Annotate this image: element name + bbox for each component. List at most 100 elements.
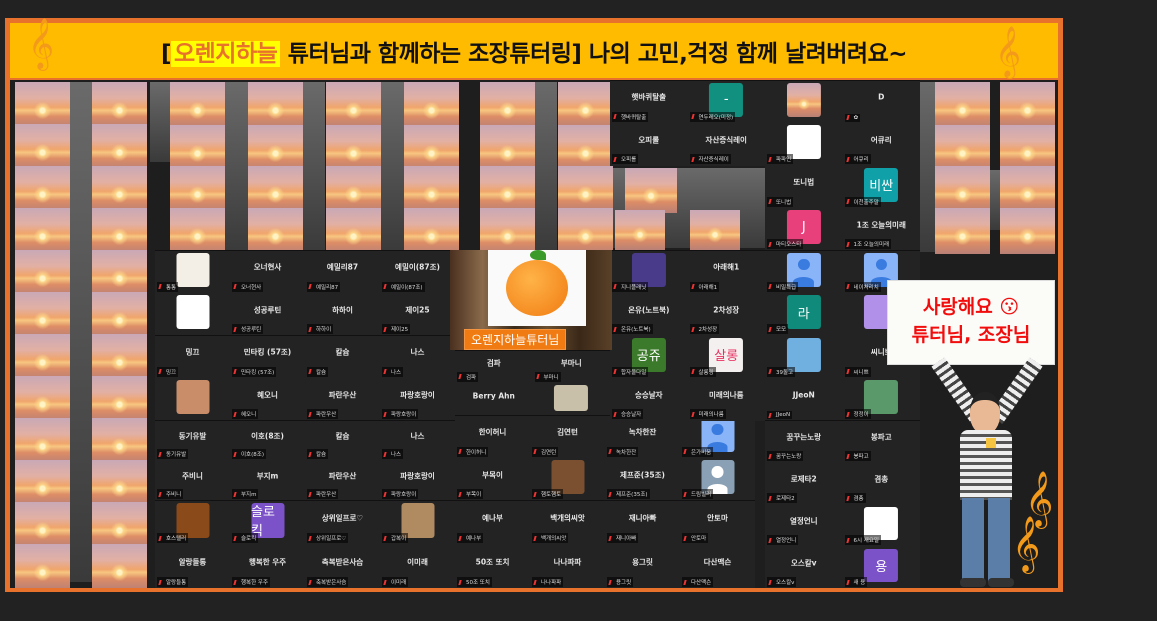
participant-tile[interactable]: 행복한 우주 행복한 우주 [230, 545, 305, 588]
participant-tile[interactable]: 비싼 이천출주말 [843, 166, 921, 209]
participant-tile[interactable]: - 연두레오(미정) [688, 81, 766, 124]
tutor-video-tile[interactable]: 오렌지하늘튜터님 [450, 250, 612, 350]
participant-video-tile-sunset[interactable] [935, 82, 990, 128]
participant-video-tile-sunset[interactable] [248, 82, 303, 128]
participant-video-tile-sunset[interactable] [248, 166, 303, 212]
participant-video-tile-sunset[interactable] [404, 82, 459, 128]
participant-video-tile-sunset[interactable] [480, 166, 535, 212]
participant-tile[interactable]: 김연턴 김연턴 [530, 416, 605, 459]
participant-tile[interactable]: 축복받은사슴 축복받은사슴 [305, 545, 380, 588]
participant-tile[interactable]: 예밀리87 예밀리87 [305, 251, 380, 294]
participant-video-tile-sunset[interactable] [935, 125, 990, 171]
participant-video-tile-sunset[interactable] [404, 166, 459, 212]
participant-video-tile-sunset[interactable] [170, 82, 225, 128]
participant-video-tile-sunset[interactable] [92, 502, 147, 548]
participant-tile[interactable]: 재니아빠 재니아빠 [605, 501, 680, 545]
participant-tile[interactable]: 지니플래닛 [610, 251, 688, 294]
participant-tile[interactable]: 부목이 부목이 [455, 459, 530, 502]
participant-tile[interactable]: 6시 새요일 [843, 505, 921, 547]
participant-tile[interactable]: 부지m 부지m [230, 461, 305, 501]
participant-video-tile-sunset[interactable] [92, 544, 147, 588]
participant-tile[interactable]: 자산증식레이 자산증식레이 [688, 124, 766, 167]
participant-tile[interactable]: 이미래 이미래 [380, 545, 455, 588]
participant-tile[interactable]: 드림빌러 [680, 459, 755, 502]
participant-tile[interactable]: 아래해1 아래해1 [688, 251, 766, 294]
participant-video-tile-sunset[interactable] [92, 460, 147, 506]
participant-video-tile-sunset[interactable] [248, 125, 303, 171]
participant-tile[interactable]: 검파 검파 [455, 351, 533, 384]
participant-tile[interactable] [533, 384, 611, 417]
participant-tile[interactable]: 파란우산 파란우산 [305, 461, 380, 501]
participant-video-tile-sunset[interactable] [15, 292, 70, 338]
participant-tile[interactable]: 칼슘 칼슘 [305, 421, 380, 461]
participant-video-tile-sunset[interactable] [15, 502, 70, 548]
participant-tile[interactable]: 성공루틴 성공루틴 [230, 294, 305, 337]
participant-video-tile-sunset[interactable] [558, 125, 613, 171]
participant-video-tile-sunset[interactable] [1000, 82, 1055, 128]
participant-video-tile-sunset[interactable] [1000, 208, 1055, 254]
participant-tile[interactable]: 한이허니 한이허니 [455, 416, 530, 459]
participant-tile[interactable]: 주비니 주비니 [155, 461, 230, 501]
participant-video-tile-sunset[interactable] [92, 418, 147, 464]
participant-tile[interactable]: Berry Ahn [455, 384, 533, 417]
participant-tile[interactable]: 온유(노트북) 온유(노트북) [610, 294, 688, 337]
participant-video-tile-sunset[interactable] [15, 544, 70, 588]
participant-video-tile-sunset[interactable] [15, 124, 70, 170]
participant-tile[interactable]: 어큐리 어큐리 [843, 124, 921, 167]
participant-tile[interactable]: 칼슘 칼슘 [305, 336, 380, 379]
participant-video-tile-sunset[interactable] [326, 166, 381, 212]
participant-tile[interactable]: 녹차한잔 녹차한잔 [605, 416, 680, 459]
participant-tile[interactable]: 비밀특급 [765, 251, 843, 294]
participant-video-tile-sunset[interactable] [935, 208, 990, 254]
participant-video-tile[interactable] [535, 82, 557, 252]
participant-tile[interactable]: 예나부 예나부 [455, 501, 530, 545]
participant-video-tile-sunset[interactable] [92, 292, 147, 338]
participant-video-tile-sunset[interactable] [92, 376, 147, 422]
participant-tile[interactable]: 살롱 살롱링 [688, 336, 766, 379]
participant-video-tile-sunset[interactable] [15, 376, 70, 422]
participant-tile[interactable]: 백개의씨앗 백개의씨앗 [530, 501, 605, 545]
participant-tile[interactable]: J 마티오스타 [765, 209, 843, 252]
participant-tile[interactable]: 용그릿 용그릿 [605, 545, 680, 588]
participant-tile[interactable]: 50조 또치 50조 또치 [455, 545, 530, 588]
participant-tile[interactable]: 파파인 [765, 124, 843, 167]
participant-video-tile-sunset[interactable] [92, 250, 147, 296]
participant-video-tile-sunset[interactable] [690, 210, 740, 250]
participant-tile[interactable]: 나스 나스 [380, 421, 455, 461]
participant-tile[interactable]: 열정언니 열정언니 [765, 505, 843, 547]
participant-video-tile-sunset[interactable] [480, 208, 535, 254]
participant-tile[interactable]: 갑복이 [380, 501, 455, 545]
participant-video-tile-sunset[interactable] [558, 166, 613, 212]
participant-video-tile-sunset[interactable] [92, 208, 147, 254]
participant-video-tile-sunset[interactable] [480, 82, 535, 128]
participant-tile[interactable]: 라 모모 [765, 294, 843, 337]
participant-tile[interactable] [765, 81, 843, 124]
participant-video-tile-sunset[interactable] [170, 208, 225, 254]
participant-tile[interactable]: 호스텔러 [155, 501, 230, 545]
participant-video-tile-sunset[interactable] [248, 208, 303, 254]
participant-tile[interactable]: 햄토햄토 [530, 459, 605, 502]
participant-tile[interactable]: 1조 오늘의미래 1조 오늘의미래 [843, 209, 921, 252]
participant-video-tile-sunset[interactable] [92, 124, 147, 170]
participant-video-tile-sunset[interactable] [170, 166, 225, 212]
participant-video-tile-sunset[interactable] [558, 208, 613, 254]
participant-tile[interactable]: 알랑들통 알랑들통 [155, 545, 230, 588]
participant-video-tile-sunset[interactable] [558, 82, 613, 128]
participant-video-tile-sunset[interactable] [92, 166, 147, 212]
participant-video-tile-sunset[interactable] [404, 208, 459, 254]
participant-video-tile-sunset[interactable] [1000, 125, 1055, 171]
participant-video-tile-sunset[interactable] [480, 125, 535, 171]
participant-tile[interactable]: 2차성장 2차성장 [688, 294, 766, 337]
participant-tile[interactable]: 39돌고 [765, 336, 843, 379]
participant-video-tile-sunset[interactable] [15, 166, 70, 212]
participant-tile[interactable]: D ✿ [843, 81, 921, 124]
participant-tile[interactable]: 미래의나룸 미래의나룸 [688, 379, 766, 422]
participant-video-tile[interactable] [300, 82, 325, 252]
participant-tile[interactable]: 나나파파 나나파파 [530, 545, 605, 588]
participant-tile[interactable]: 파란우산 파란우산 [305, 379, 380, 422]
participant-tile[interactable]: 민타킹 (57조) 민타킹 (57조) [230, 336, 305, 379]
participant-tile[interactable]: 나스 나스 [380, 336, 455, 379]
participant-tile[interactable]: 햇바퀴탈출 햇바퀴탈출 [610, 81, 688, 124]
participant-tile[interactable]: 밍끄 밍끄 [155, 336, 230, 379]
participant-tile[interactable]: 은가비움 [680, 416, 755, 459]
